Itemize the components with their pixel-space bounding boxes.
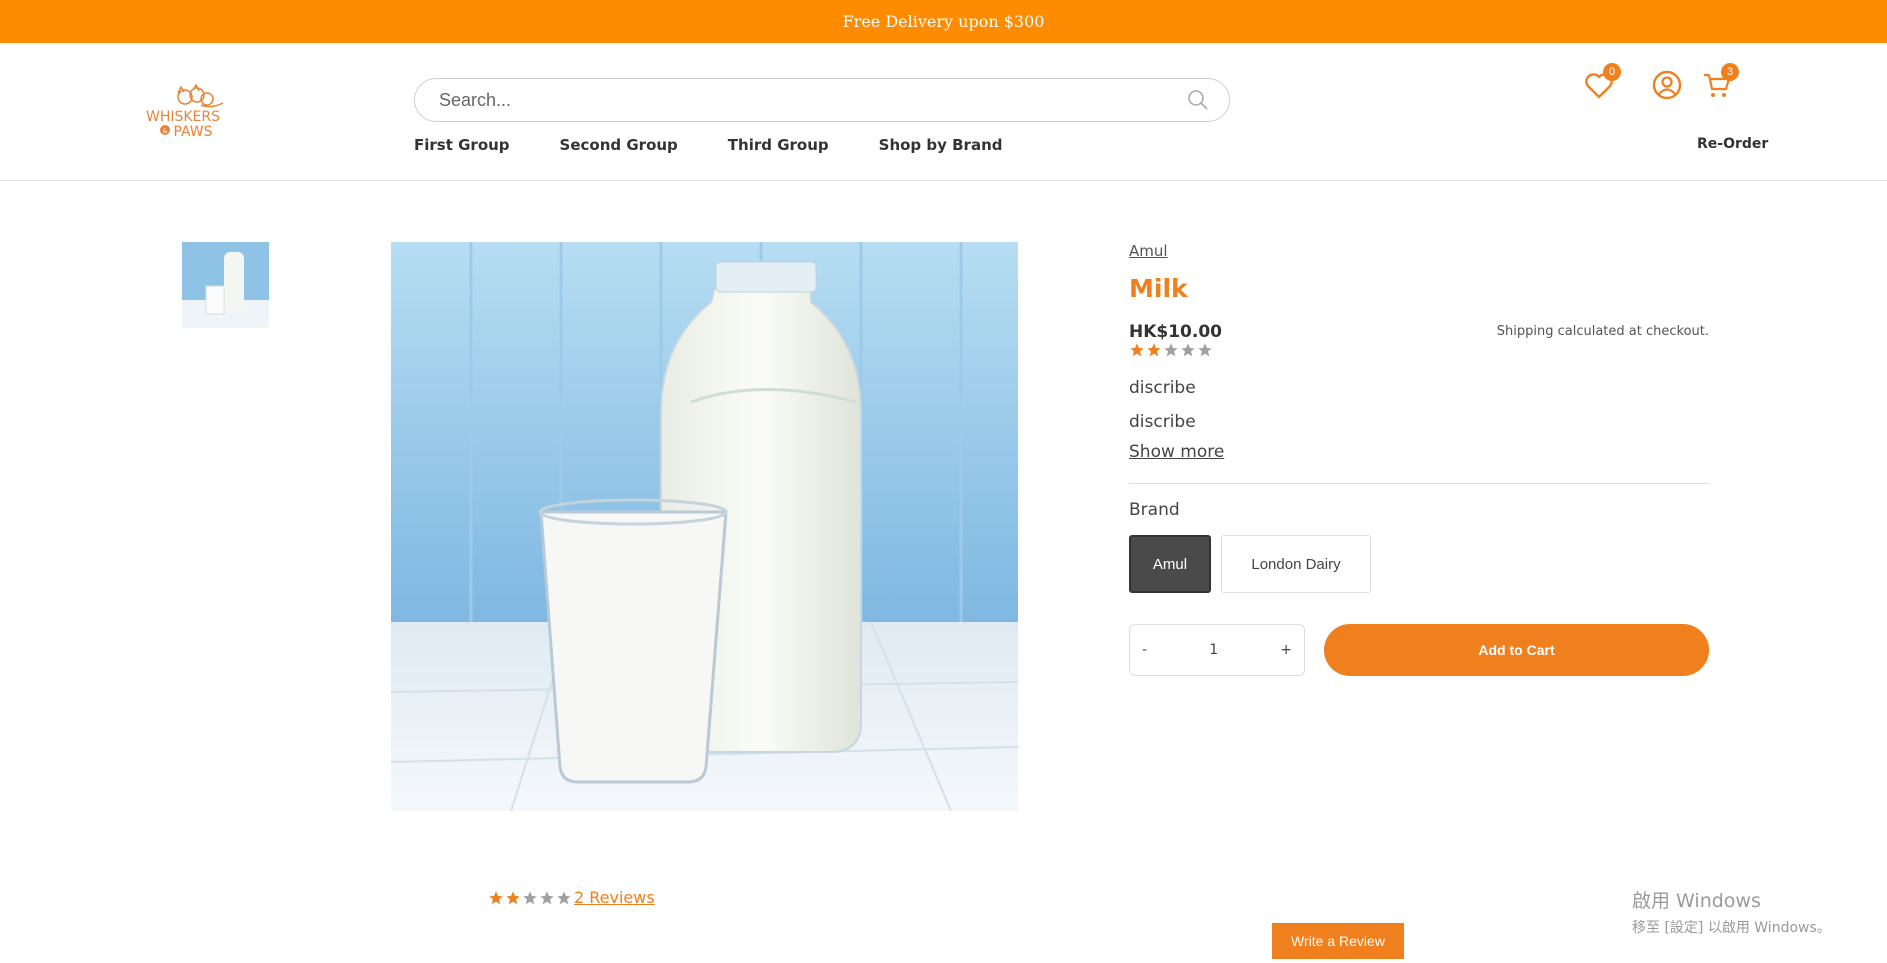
site-logo[interactable]: WHISKERS & PAWS bbox=[133, 83, 233, 145]
qty-decrement-button[interactable]: - bbox=[1142, 642, 1147, 658]
show-more-link[interactable]: Show more bbox=[1129, 442, 1224, 462]
product-thumbnail[interactable] bbox=[182, 242, 269, 328]
qty-value[interactable]: 1 bbox=[1209, 642, 1218, 658]
nav-second-group[interactable]: Second Group bbox=[560, 136, 678, 154]
star-empty-icon bbox=[1181, 343, 1195, 357]
wishlist-count-badge: 0 bbox=[1603, 63, 1621, 81]
product-description-line: discribe bbox=[1129, 412, 1196, 432]
add-to-cart-button[interactable]: Add to Cart bbox=[1324, 624, 1709, 676]
svg-text:WHISKERS: WHISKERS bbox=[146, 109, 220, 125]
star-empty-icon bbox=[1164, 343, 1178, 357]
star-empty-icon bbox=[540, 890, 554, 904]
brand-option-label: Brand bbox=[1129, 500, 1180, 520]
product-rating bbox=[1129, 342, 1213, 358]
windows-activation-watermark: 啟用 Windows 移至 [設定] 以啟用 Windows。 bbox=[1632, 886, 1831, 937]
star-filled-icon bbox=[489, 890, 503, 904]
svg-text:PAWS: PAWS bbox=[173, 124, 212, 140]
reviews-rating bbox=[488, 890, 572, 906]
search-input[interactable] bbox=[439, 89, 1187, 111]
promo-text: Free Delivery upon $300 bbox=[842, 12, 1045, 31]
nav-third-group[interactable]: Third Group bbox=[728, 136, 829, 154]
nav-first-group[interactable]: First Group bbox=[414, 136, 510, 154]
shipping-note: Shipping calculated at checkout. bbox=[1496, 324, 1709, 339]
watermark-subtitle: 移至 [設定] 以啟用 Windows。 bbox=[1632, 920, 1831, 936]
brand-option-london-dairy[interactable]: London Dairy bbox=[1221, 535, 1371, 593]
star-empty-icon bbox=[1198, 343, 1212, 357]
nav-shop-by-brand[interactable]: Shop by Brand bbox=[879, 136, 1003, 154]
search-icon[interactable] bbox=[1187, 89, 1209, 111]
brand-option-amul[interactable]: Amul bbox=[1129, 535, 1211, 593]
divider bbox=[1129, 483, 1709, 484]
wishlist-button[interactable]: 0 bbox=[1583, 63, 1621, 101]
main-nav: First Group Second Group Third Group Sho… bbox=[414, 136, 1053, 154]
account-button[interactable] bbox=[1651, 69, 1683, 101]
search-bar[interactable] bbox=[414, 78, 1230, 122]
star-filled-icon bbox=[506, 890, 520, 904]
product-description-line: discribe bbox=[1129, 378, 1196, 398]
quantity-stepper: - 1 + bbox=[1129, 624, 1305, 676]
write-review-button[interactable]: Write a Review bbox=[1272, 923, 1404, 959]
svg-text:&: & bbox=[163, 128, 168, 135]
reviews-summary: 2 Reviews bbox=[488, 888, 655, 907]
star-empty-icon bbox=[557, 890, 571, 904]
qty-increment-button[interactable]: + bbox=[1280, 642, 1292, 658]
star-filled-icon bbox=[1147, 343, 1161, 357]
reviews-count-link[interactable]: 2 Reviews bbox=[574, 888, 655, 907]
star-empty-icon bbox=[523, 890, 537, 904]
cart-count-badge: 3 bbox=[1721, 63, 1739, 81]
product-main-image[interactable] bbox=[391, 242, 1018, 811]
reorder-link[interactable]: Re-Order bbox=[1697, 136, 1768, 152]
product-price: HK$10.00 bbox=[1129, 322, 1223, 342]
star-filled-icon bbox=[1130, 343, 1144, 357]
cart-button[interactable]: 3 bbox=[1701, 63, 1739, 101]
watermark-title: 啟用 Windows bbox=[1632, 890, 1761, 912]
product-brand-link[interactable]: Amul bbox=[1129, 242, 1168, 260]
site-header: WHISKERS & PAWS First Group Second Group… bbox=[0, 43, 1887, 181]
promo-bar: Free Delivery upon $300 bbox=[0, 0, 1887, 43]
user-icon bbox=[1652, 70, 1682, 100]
product-title: Milk bbox=[1129, 274, 1188, 303]
